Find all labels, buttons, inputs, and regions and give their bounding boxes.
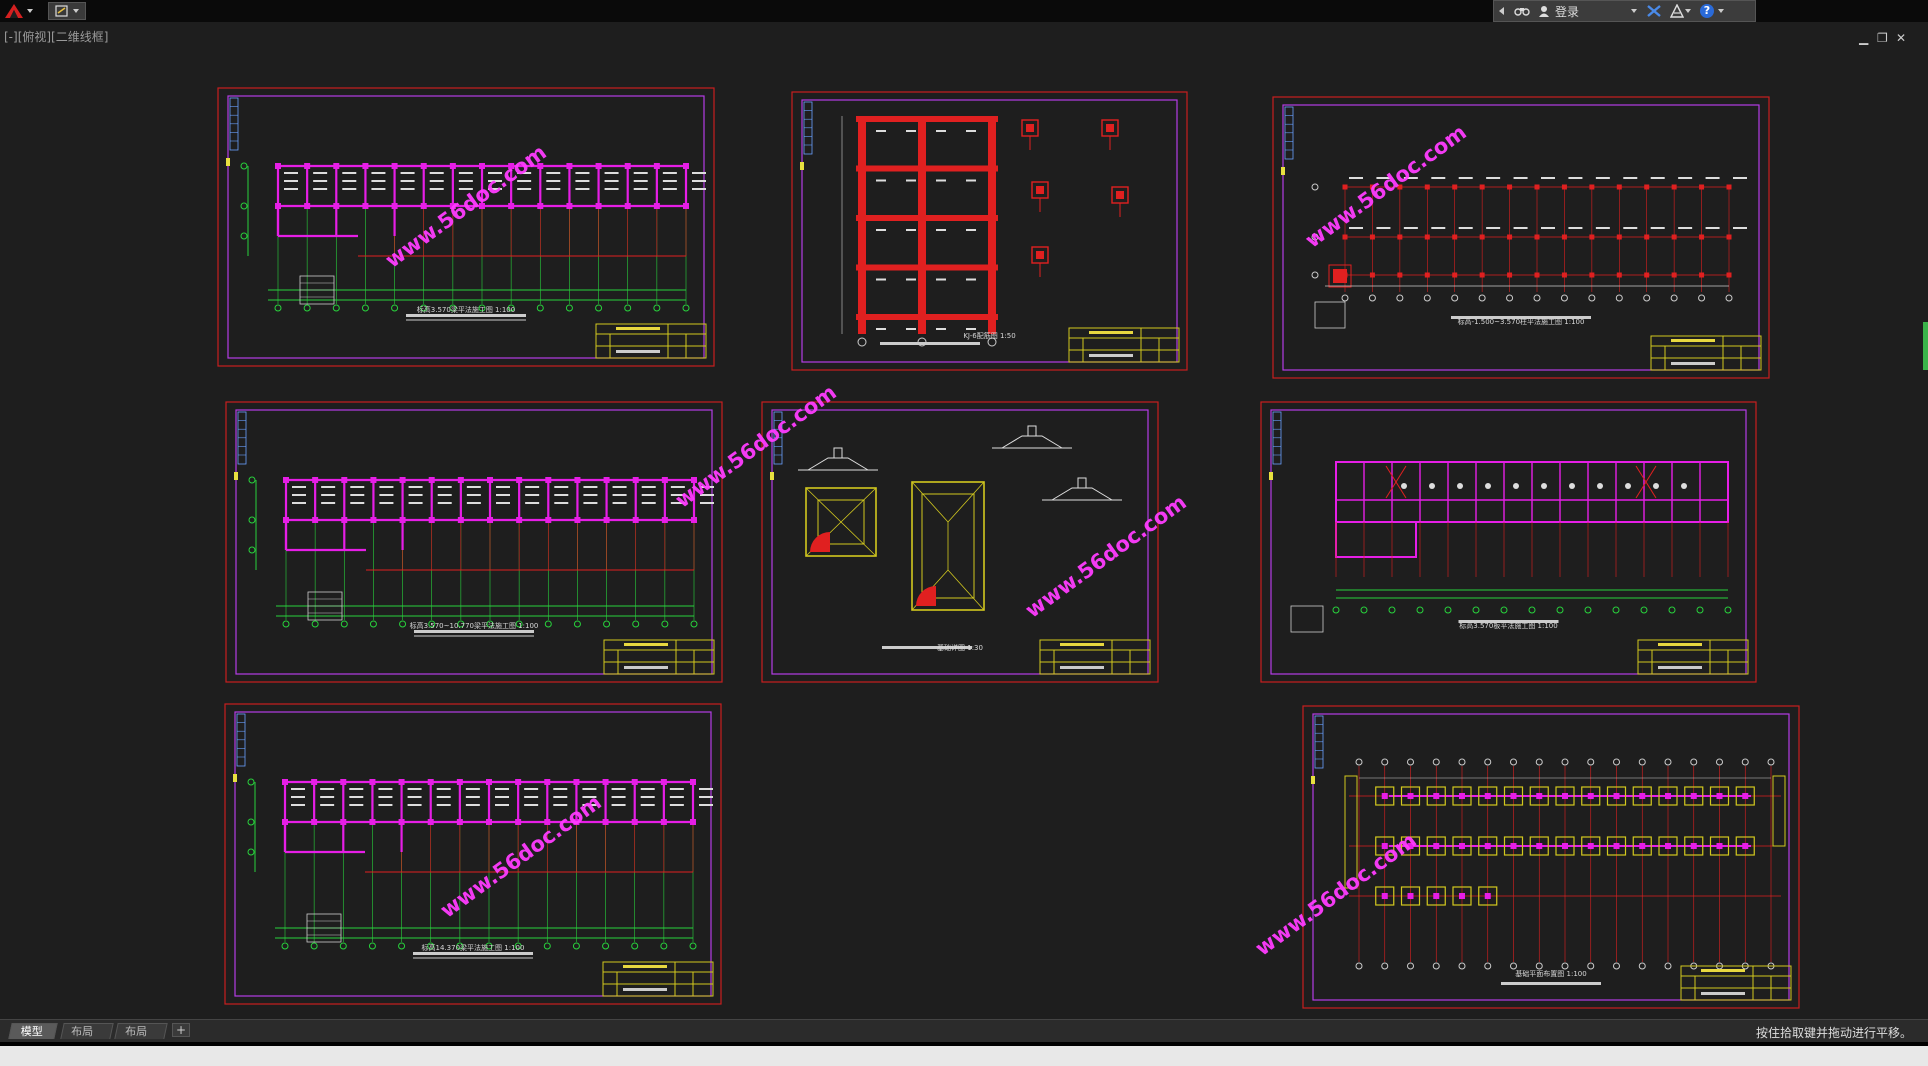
application-titlebar: 登录 ? bbox=[0, 0, 1928, 22]
user-icon bbox=[1539, 6, 1549, 17]
bottom-status-strip bbox=[0, 1042, 1928, 1066]
infocenter-bar: 登录 ? bbox=[1493, 0, 1756, 22]
add-layout-button[interactable]: + bbox=[172, 1023, 190, 1037]
sheet-inner-frame bbox=[227, 95, 705, 359]
exchange-apps-icon[interactable] bbox=[1642, 1, 1666, 21]
tab-layout2[interactable]: 布局2 bbox=[114, 1023, 168, 1054]
layout-tabs-bar: 模型 布局1 布局2 + 按住拾取键并拖动进行平移。 bbox=[0, 1019, 1928, 1054]
help-button[interactable]: ? bbox=[1696, 1, 1729, 21]
scroll-indicator bbox=[1923, 322, 1928, 370]
drawing-sheet-4: 标高3.570~10.770梁平法施工图 1:100 bbox=[225, 401, 723, 683]
chevron-down-icon bbox=[1718, 9, 1724, 13]
sheet-title: 标高3.570~10.770梁平法施工图 1:100 bbox=[410, 621, 539, 630]
sheet-title: 标高-1.500~3.570柱平法施工图 1:100 bbox=[1458, 317, 1585, 326]
sheet-inner-frame bbox=[1282, 104, 1760, 371]
drawing-sheet-1: 标高3.570梁平法施工图 1:100 bbox=[217, 87, 715, 367]
model-space-canvas[interactable]: 标高3.570梁平法施工图 1:100 KJ-6配筋图 1:50 标高-1.500~… bbox=[0, 22, 1928, 1022]
chevron-down-icon bbox=[27, 9, 33, 13]
application-menu-button[interactable] bbox=[2, 1, 36, 21]
sheet-title: 标高3.570梁平法施工图 1:100 bbox=[417, 305, 515, 314]
drawing-sheet-2: KJ-6配筋图 1:50 bbox=[791, 91, 1188, 371]
sheet-inner-frame bbox=[1270, 409, 1747, 675]
sheet-title: 基础详图 1:30 bbox=[937, 643, 983, 652]
binoculars-icon[interactable] bbox=[1510, 1, 1534, 21]
watermark-text: www.56doc.com bbox=[436, 790, 606, 923]
chevron-down-icon bbox=[1685, 9, 1691, 13]
login-label: 登录 bbox=[1555, 4, 1580, 19]
quick-access-toolbar[interactable] bbox=[48, 2, 86, 20]
sheet-outer-frame bbox=[224, 703, 722, 1005]
sheet-title: 标高3.570板平法施工图 1:100 bbox=[1459, 621, 1557, 630]
sheet-title: 标高14.370梁平法施工图 1:100 bbox=[422, 943, 525, 952]
drawing-sheet-7: 标高14.370梁平法施工图 1:100 bbox=[224, 703, 722, 1005]
sheet-title: 基础平面布置图 1:100 bbox=[1515, 969, 1586, 978]
chevron-down-icon bbox=[1631, 9, 1637, 13]
help-icon: ? bbox=[1700, 4, 1714, 18]
drawing-sheet-5: 基础详图 1:30 bbox=[761, 401, 1159, 683]
collapse-arrow-icon[interactable] bbox=[1494, 1, 1510, 21]
chevron-down-icon bbox=[72, 9, 79, 13]
autocad-logo-icon bbox=[5, 4, 23, 18]
watermark-text: www.56doc.com bbox=[1251, 828, 1421, 961]
watermark-text: www.56doc.com bbox=[671, 380, 841, 513]
login-button[interactable]: 登录 bbox=[1534, 1, 1642, 21]
watermark-text: www.56doc.com bbox=[1301, 120, 1471, 253]
drawing-sheet-6: 标高3.570板平法施工图 1:100 bbox=[1260, 401, 1757, 683]
tab-layout1[interactable]: 布局1 bbox=[60, 1023, 114, 1054]
watermark-text: www.56doc.com bbox=[1021, 490, 1191, 623]
status-message: 按住拾取键并拖动进行平移。 bbox=[1755, 1026, 1912, 1040]
tab-model[interactable]: 模型 bbox=[8, 1023, 58, 1039]
autodesk-360-icon[interactable] bbox=[1666, 1, 1696, 21]
drawing-sheet-3: 标高-1.500~3.570柱平法施工图 1:100 bbox=[1272, 96, 1770, 379]
workspace-icon bbox=[54, 5, 68, 17]
sheet-title: KJ-6配筋图 1:50 bbox=[963, 331, 1015, 340]
sheet-inner-frame bbox=[235, 409, 713, 675]
